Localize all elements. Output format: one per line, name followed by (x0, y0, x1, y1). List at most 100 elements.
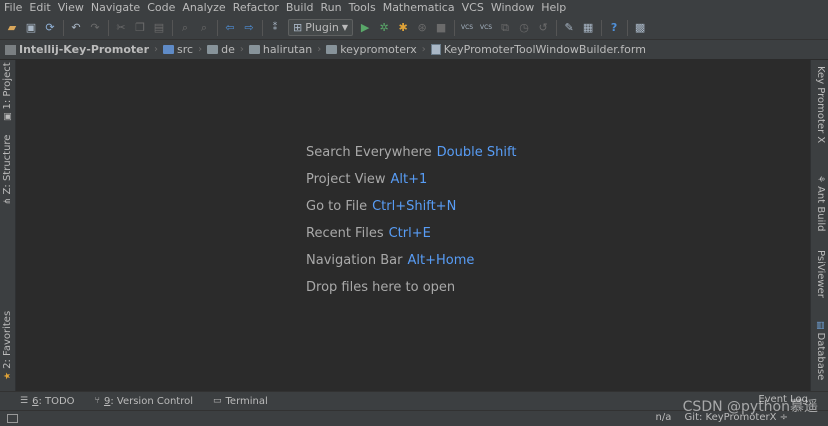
menu-mathematica[interactable]: Mathematica (383, 0, 460, 16)
tab-version-control-label: : Version Control (110, 395, 193, 407)
package-icon (248, 45, 260, 54)
vcs-revert-icon[interactable]: ↺ (534, 19, 552, 37)
tab-key-promoter-x[interactable]: Key Promoter X (815, 66, 826, 143)
status-position: n/a (655, 412, 672, 423)
star-icon: ★ (2, 371, 13, 380)
todo-icon: ☰ (20, 396, 29, 406)
database-icon: ▤ (815, 321, 826, 330)
open-icon[interactable]: ▰ (3, 19, 21, 37)
breadcrumb: Intellij-Key-Promoter › src › de › halir… (0, 40, 828, 60)
help-icon[interactable]: ? (605, 19, 623, 37)
replace-icon[interactable]: ⌕ (195, 19, 213, 37)
save-icon[interactable]: ▣ (22, 19, 40, 37)
redo-icon[interactable]: ↷ (86, 19, 104, 37)
run-config-dropdown[interactable]: ⊞ Plugin ▼ (288, 19, 354, 36)
project-tab-icon: ▣ (2, 112, 13, 121)
toolbar-separator (556, 19, 558, 36)
breadcrumb-form-file-label: KeyPromoterToolWindowBuilder.form (443, 43, 646, 56)
tab-todo[interactable]: ☰ 6: TODO (20, 396, 75, 407)
breadcrumb-separator: › (421, 44, 426, 55)
vcs-commit-icon[interactable]: VCS (477, 19, 495, 37)
tab-favorites[interactable]: ★ 2: Favorites (2, 311, 13, 383)
structure-tab-icon: ⋔ (2, 197, 13, 205)
breadcrumb-de-label: de (221, 43, 235, 56)
menu-file[interactable]: File (4, 0, 27, 16)
form-file-icon (430, 44, 441, 55)
run-config-icon: ⊞ (293, 21, 303, 34)
shortcut-text: Ctrl+Shift+N (372, 199, 457, 214)
menu-vcs[interactable]: VCS (462, 0, 489, 16)
menu-code[interactable]: Code (147, 0, 180, 16)
find-icon[interactable]: ⌕ (176, 19, 194, 37)
breadcrumb-de[interactable]: de (207, 43, 235, 56)
sync-icon[interactable]: ⟳ (41, 19, 59, 37)
tab-structure[interactable]: ⋔ Z: Structure (2, 135, 13, 208)
breadcrumb-project[interactable]: Intellij-Key-Promoter (5, 43, 149, 56)
menu-analyze[interactable]: Analyze (182, 0, 230, 16)
menu-run[interactable]: Run (321, 0, 347, 16)
run-coverage-icon[interactable]: ✱ (394, 19, 412, 37)
tab-ant-build-label: Ant Build (815, 186, 826, 232)
vcs-compare-icon[interactable]: ⧉ (496, 19, 514, 37)
breadcrumb-keypromoterx[interactable]: keypromoterx (326, 43, 417, 56)
tab-key-promoter-x-label: Key Promoter X (815, 66, 826, 144)
tab-database-label: Database (815, 332, 826, 381)
plugin-icon[interactable]: ▩ (631, 19, 649, 37)
menu-tools[interactable]: Tools (349, 0, 381, 16)
vcs-update-icon[interactable]: VCS (458, 19, 476, 37)
breadcrumb-form-file[interactable]: KeyPromoterToolWindowBuilder.form (430, 43, 646, 56)
chevron-down-icon: ▼ (341, 23, 349, 32)
tab-database[interactable]: ▤ Database (815, 318, 826, 380)
cut-icon[interactable]: ✂ (112, 19, 130, 37)
tab-terminal-label: Terminal (225, 395, 268, 407)
copy-icon[interactable]: ❐ (131, 19, 149, 37)
shortcut-text: Alt+Home (407, 253, 475, 268)
shortcut-text: Double Shift (436, 145, 517, 160)
settings-icon[interactable]: ✎ (560, 19, 578, 37)
toolbar-separator (627, 19, 629, 36)
tab-terminal[interactable]: ▭ Terminal (213, 396, 268, 407)
project-icon (5, 44, 16, 55)
tab-favorites-label: 2: Favorites (2, 310, 13, 369)
attach-debugger-icon[interactable]: ⊛ (413, 19, 431, 37)
forward-icon[interactable]: ⇨ (240, 19, 258, 37)
hint-navigation-bar: Navigation Bar Alt+Home (306, 253, 475, 268)
undo-icon[interactable]: ↶ (67, 19, 85, 37)
vcs-history-icon[interactable]: ◷ (515, 19, 533, 37)
run-icon[interactable]: ▶ (356, 19, 374, 37)
tab-project-label: 1: Project (2, 62, 13, 110)
toolbar-separator (172, 19, 173, 36)
menu-navigate[interactable]: Navigate (91, 0, 145, 16)
tab-version-control[interactable]: ⑂ 9: Version Control (95, 396, 193, 407)
breadcrumb-separator: › (198, 44, 203, 55)
menu-window[interactable]: Window (491, 0, 539, 16)
menu-edit[interactable]: Edit (29, 0, 55, 16)
shortcut-text: Alt+1 (390, 172, 428, 187)
paste-icon[interactable]: ▤ (150, 19, 168, 37)
tab-ant-build[interactable]: ⚘ Ant Build (815, 172, 826, 231)
build-icon[interactable]: ⁑ (266, 19, 284, 37)
tab-psiviewer[interactable]: PsiViewer (815, 250, 826, 298)
hint-project-view: Project View Alt+1 (306, 172, 428, 187)
stop-icon[interactable]: ■ (432, 19, 450, 37)
tab-project[interactable]: ▣ 1: Project (2, 62, 13, 124)
back-icon[interactable]: ⇦ (221, 19, 239, 37)
main-toolbar: ▰ ▣ ⟳ ↶ ↷ ✂ ❐ ▤ ⌕ ⌕ ⇦ ⇨ ⁑ ⊞ Plugin ▼ ▶ ✲… (0, 16, 828, 40)
watermark: CSDN @python慕遥 (682, 399, 818, 415)
editor-empty-hints: Search Everywhere Double Shift Project Vi… (306, 145, 516, 307)
menu-bar: File Edit View Navigate Code Analyze Ref… (0, 0, 828, 16)
toggle-tool-windows-icon[interactable] (7, 414, 18, 423)
menu-view[interactable]: View (58, 0, 89, 16)
project-structure-icon[interactable]: ▦ (579, 19, 597, 37)
toolbar-separator (217, 19, 218, 36)
toolbar-separator (63, 19, 64, 36)
menu-help[interactable]: Help (541, 0, 571, 16)
editor-area[interactable]: Search Everywhere Double Shift Project Vi… (16, 60, 810, 391)
menu-refactor[interactable]: Refactor (233, 0, 284, 16)
menu-build[interactable]: Build (286, 0, 319, 16)
breadcrumb-src[interactable]: src (163, 43, 193, 56)
toolbar-separator (601, 19, 603, 36)
breadcrumb-halirutan[interactable]: halirutan (248, 43, 312, 56)
tab-psiviewer-label: PsiViewer (815, 250, 826, 298)
debug-icon[interactable]: ✲ (375, 19, 393, 37)
